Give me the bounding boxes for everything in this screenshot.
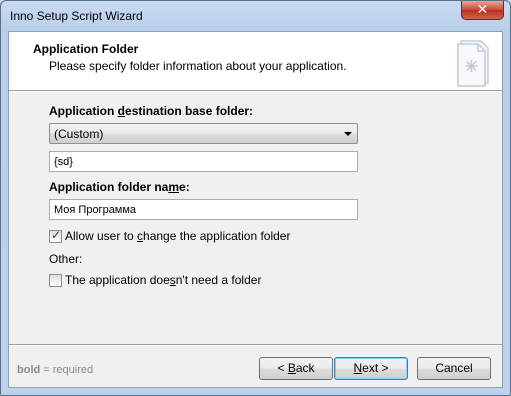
allow-change-checkbox[interactable]: ✓ — [49, 228, 62, 243]
checkmark-icon: ✓ — [51, 228, 62, 242]
folder-name-label: Application folder name: — [49, 180, 190, 194]
required-hint: bold = required — [17, 364, 94, 376]
no-folder-checkbox[interactable] — [49, 274, 62, 287]
page-subtitle: Please specify folder information about … — [49, 59, 347, 73]
no-folder-label: The application doesn't need a folder — [65, 273, 262, 287]
header-divider — [9, 90, 502, 92]
back-button[interactable]: < Back — [259, 357, 333, 380]
base-folder-selected: (Custom) — [54, 127, 104, 141]
window-title: Inno Setup Script Wizard — [10, 9, 143, 23]
other-label: Other: — [49, 252, 83, 266]
folder-name-input[interactable] — [49, 199, 358, 220]
custom-base-folder-input[interactable] — [49, 151, 358, 172]
wizard-window: Inno Setup Script Wizard ✕ Application F… — [0, 0, 511, 396]
base-folder-dropdown[interactable]: (Custom) — [49, 123, 358, 144]
wizard-client-area: Application Folder Please specify folder… — [8, 31, 503, 388]
cancel-button[interactable]: Cancel — [417, 357, 491, 380]
page-title: Application Folder — [33, 42, 139, 56]
next-button[interactable]: Next > — [334, 357, 408, 380]
close-button[interactable]: ✕ — [461, 1, 504, 20]
dropdown-arrow-icon — [344, 132, 352, 136]
base-folder-label: Application destination base folder: — [49, 104, 254, 118]
allow-change-label: Allow user to change the application fol… — [65, 229, 291, 243]
footer-divider — [9, 344, 502, 346]
wizard-header: Application Folder Please specify folder… — [9, 32, 502, 90]
wizard-page-icon — [457, 40, 489, 87]
title-bar: Inno Setup Script Wizard ✕ — [1, 1, 510, 31]
close-icon: ✕ — [476, 2, 489, 18]
